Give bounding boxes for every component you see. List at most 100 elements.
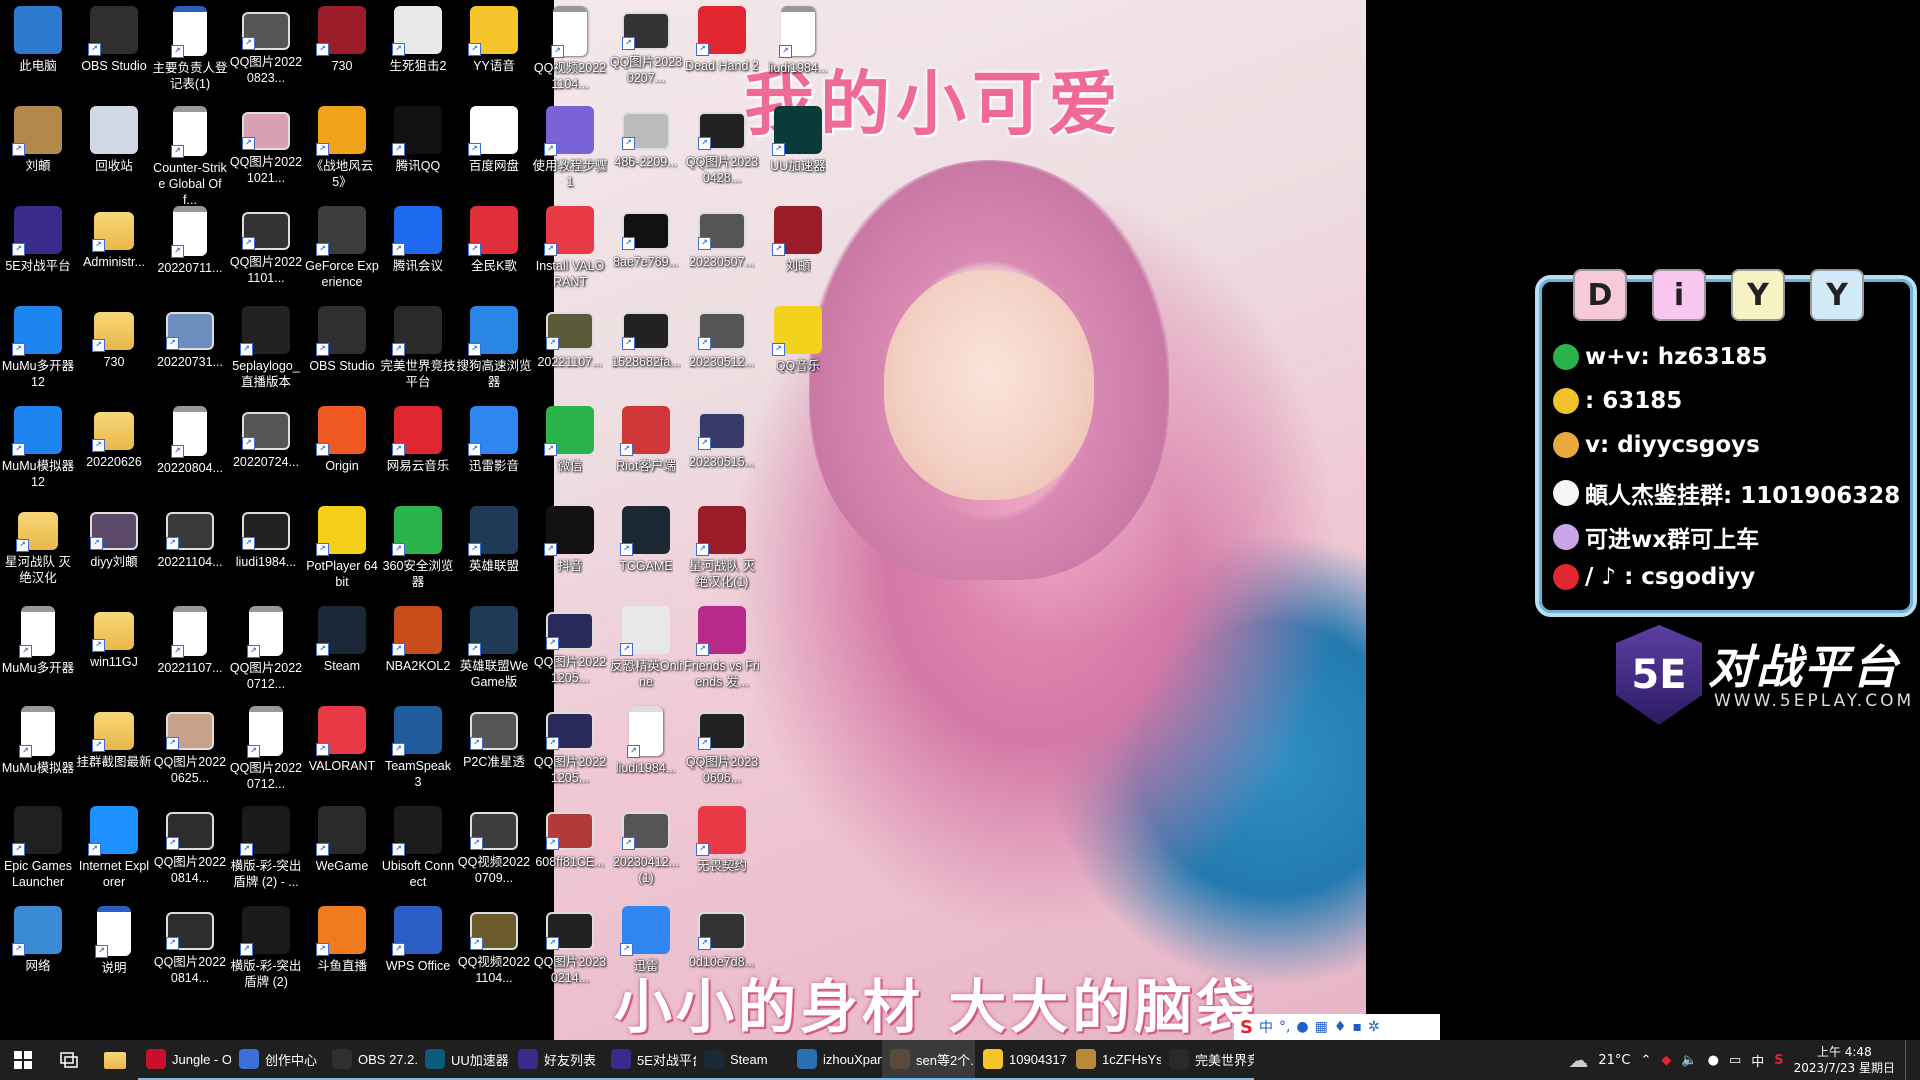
settings-icon[interactable]: ✲ xyxy=(1368,1019,1380,1035)
desktop-icon[interactable]: ↗ 5eplaylogo_直播版本 xyxy=(228,306,304,390)
desktop-icon[interactable]: ↗ 20220724... xyxy=(228,406,304,470)
desktop-icon[interactable]: ↗ 20230515... xyxy=(684,406,760,470)
desktop-icon[interactable]: 此电脑 xyxy=(0,6,76,74)
desktop-icon[interactable]: ↗ Origin xyxy=(304,406,380,474)
desktop-icon[interactable]: ↗ TeamSpeak 3 xyxy=(380,706,456,790)
desktop-icon[interactable]: ↗ Install VALORANT xyxy=(532,206,608,290)
desktop-icon[interactable]: ↗ 730 xyxy=(76,306,152,370)
taskbar-app[interactable]: OBS 27.2.... xyxy=(324,1040,417,1080)
desktop-icon[interactable]: ↗ 斗鱼直播 xyxy=(304,906,380,974)
desktop-icon[interactable]: ↗ QQ视频20220709... xyxy=(456,806,532,886)
desktop-icon[interactable]: ↗ 20220804... xyxy=(152,406,228,476)
desktop-icon[interactable]: ↗ 5E对战平台 xyxy=(0,206,76,274)
ime-mode[interactable]: 中 xyxy=(1259,1017,1273,1037)
desktop-icon[interactable]: ↗ QQ图片20220712... xyxy=(228,606,304,692)
desktop-icon[interactable]: 回收站 xyxy=(76,106,152,174)
ime-punct[interactable]: °, xyxy=(1279,1019,1290,1035)
file-explorer-button[interactable] xyxy=(92,1040,138,1080)
desktop-icon[interactable]: ↗ 生死狙击2 xyxy=(380,6,456,74)
desktop-icon[interactable]: ↗ UU加速器 xyxy=(760,106,836,174)
input-lang[interactable]: 中 xyxy=(1751,1051,1764,1070)
taskbar-app[interactable]: Steam xyxy=(696,1040,789,1080)
desktop-icon[interactable]: ↗ 完美世界竞技平台 xyxy=(380,306,456,390)
desktop-icon[interactable]: ↗ QQ图片20230428... xyxy=(684,106,760,186)
desktop-icon[interactable]: ↗ Administr... xyxy=(76,206,152,270)
desktop-icon[interactable]: ↗ 百度网盘 xyxy=(456,106,532,174)
desktop-icon[interactable]: ↗ liudi1984... xyxy=(760,6,836,76)
desktop-icon[interactable]: ↗ 20221107... xyxy=(532,306,608,370)
desktop-icon[interactable]: ↗ 8ae7e769... xyxy=(608,206,684,270)
clock[interactable]: 上午 4:48 2023/7/23 星期日 xyxy=(1794,1044,1895,1076)
desktop-icon[interactable]: ↗ WeGame xyxy=(304,806,380,874)
desktop-icon[interactable]: ↗ 横版-彩-突出盾牌 (2) xyxy=(228,906,304,990)
desktop-icon[interactable]: ↗ liudi1984... xyxy=(228,506,304,570)
desktop-icon[interactable]: ↗ MuMu多开器 xyxy=(0,606,76,676)
taskbar-app[interactable]: Jungle - O... xyxy=(138,1040,231,1080)
desktop-icon[interactable]: ↗ 20230412...(1) xyxy=(608,806,684,886)
desktop-icon[interactable]: ↗ Ubisoft Connect xyxy=(380,806,456,890)
desktop-icon[interactable]: ↗ MuMu模拟器12 xyxy=(0,406,76,490)
skin-icon[interactable]: ♦ xyxy=(1334,1019,1347,1035)
desktop-icon[interactable]: ↗ 主要负责人登记表(1) xyxy=(152,6,228,92)
desktop-icon[interactable]: ↗ 20230512... xyxy=(684,306,760,370)
desktop-icon[interactable]: ↗ 刘頔 xyxy=(0,106,76,174)
desktop-icon[interactable]: ↗ QQ视频20221104... xyxy=(532,6,608,92)
taskbar-app[interactable]: 10904317... xyxy=(975,1040,1068,1080)
desktop-icon[interactable]: ↗ 抖音 xyxy=(532,506,608,574)
keyboard-icon[interactable]: ▦ xyxy=(1315,1019,1328,1035)
chevron-up-icon[interactable]: ⌃ xyxy=(1641,1053,1652,1068)
show-desktop-button[interactable] xyxy=(1905,1040,1912,1080)
desktop-icon[interactable]: ↗ VALORANT xyxy=(304,706,380,774)
desktop-icon[interactable]: ↗ 使用教程步骤1 xyxy=(532,106,608,190)
desktop-icon[interactable]: ↗ 迅雷 xyxy=(608,906,684,974)
taskbar-app[interactable]: 创作中心 xyxy=(231,1040,324,1080)
desktop-icon[interactable]: ↗ 腾讯QQ xyxy=(380,106,456,174)
desktop-icon[interactable]: ↗ 360安全浏览器 xyxy=(380,506,456,590)
taskbar-app[interactable]: UU加速器 xyxy=(417,1040,510,1080)
desktop-icon[interactable]: ↗ QQ图片20221021... xyxy=(228,106,304,186)
desktop-icon[interactable]: ↗ 说明 xyxy=(76,906,152,976)
desktop-icon[interactable]: ↗ Dead Hand 2 xyxy=(684,6,760,74)
desktop-icon[interactable]: ↗ QQ图片20220823... xyxy=(228,6,304,86)
speaker-icon[interactable]: 🔈 xyxy=(1681,1053,1697,1068)
desktop-icon[interactable]: ↗ QQ图片20220625... xyxy=(152,706,228,786)
desktop-icon[interactable]: ↗ 608ff81CE... xyxy=(532,806,608,870)
taskbar-app[interactable]: 完美世界竞... xyxy=(1161,1040,1254,1080)
desktop-icon[interactable]: ↗ 20220731... xyxy=(152,306,228,370)
desktop-icon[interactable]: ↗ Internet Explorer xyxy=(76,806,152,890)
desktop-icon[interactable]: ↗ MuMu模拟器 xyxy=(0,706,76,776)
desktop-icon[interactable]: ↗ 英雄联盟 xyxy=(456,506,532,574)
desktop-icon[interactable]: ↗ Epic Games Launcher xyxy=(0,806,76,890)
desktop-icon[interactable]: ↗ PotPlayer 64 bit xyxy=(304,506,380,590)
desktop-icon[interactable]: ↗ 网易云音乐 xyxy=(380,406,456,474)
desktop-icon[interactable]: ↗ 730 xyxy=(304,6,380,74)
desktop-icon[interactable]: ↗ QQ图片20221205... xyxy=(532,706,608,786)
desktop-icon[interactable]: ↗ QQ图片20221101... xyxy=(228,206,304,286)
desktop-icon[interactable]: ↗ GeForce Experience xyxy=(304,206,380,290)
taskbar-app[interactable]: 1cZFHsYs... xyxy=(1068,1040,1161,1080)
desktop-icon[interactable]: ↗ Friends vs Friends 发... xyxy=(684,606,760,690)
desktop-icon[interactable]: ↗ 20220711... xyxy=(152,206,228,276)
desktop-icon[interactable]: ↗ OBS Studio xyxy=(76,6,152,74)
desktop-icon[interactable]: ↗ 微信 xyxy=(532,406,608,474)
network-icon[interactable]: ▭ xyxy=(1729,1053,1741,1068)
taskbar-app[interactable]: 好友列表 xyxy=(510,1040,603,1080)
desktop-icon[interactable]: ↗ MuMu多开器12 xyxy=(0,306,76,390)
microphone-icon[interactable]: ● xyxy=(1296,1019,1308,1035)
desktop-icon[interactable]: ↗ YY语音 xyxy=(456,6,532,74)
desktop-icon[interactable]: ↗ QQ图片20221205... xyxy=(532,606,608,686)
desktop-icon[interactable]: ↗ P2C准星透 xyxy=(456,706,532,770)
desktop-icon[interactable]: ↗ 刘頔 xyxy=(760,206,836,274)
desktop-icon[interactable]: ↗ OBS Studio xyxy=(304,306,380,374)
desktop-icon[interactable]: ↗ NBA2KOL2 xyxy=(380,606,456,674)
desktop-icon[interactable]: ↗ 腾讯会议 xyxy=(380,206,456,274)
desktop-icon[interactable]: ↗ WPS Office xyxy=(380,906,456,974)
ime-toolbar[interactable]: S 中 °, ● ▦ ♦ ▪ ✲ xyxy=(1234,1014,1440,1040)
task-view-button[interactable] xyxy=(46,1040,92,1080)
desktop-icon[interactable]: ↗ QQ视频20221104... xyxy=(456,906,532,986)
desktop-icon[interactable]: ↗ 无畏契约 xyxy=(684,806,760,874)
taskbar-app[interactable]: izhouXpan... xyxy=(789,1040,882,1080)
apps-icon[interactable]: ▪ xyxy=(1352,1019,1362,1035)
desktop-icon[interactable]: ↗ 20230507... xyxy=(684,206,760,270)
desktop-icon[interactable]: ↗ 20220626 xyxy=(76,406,152,470)
